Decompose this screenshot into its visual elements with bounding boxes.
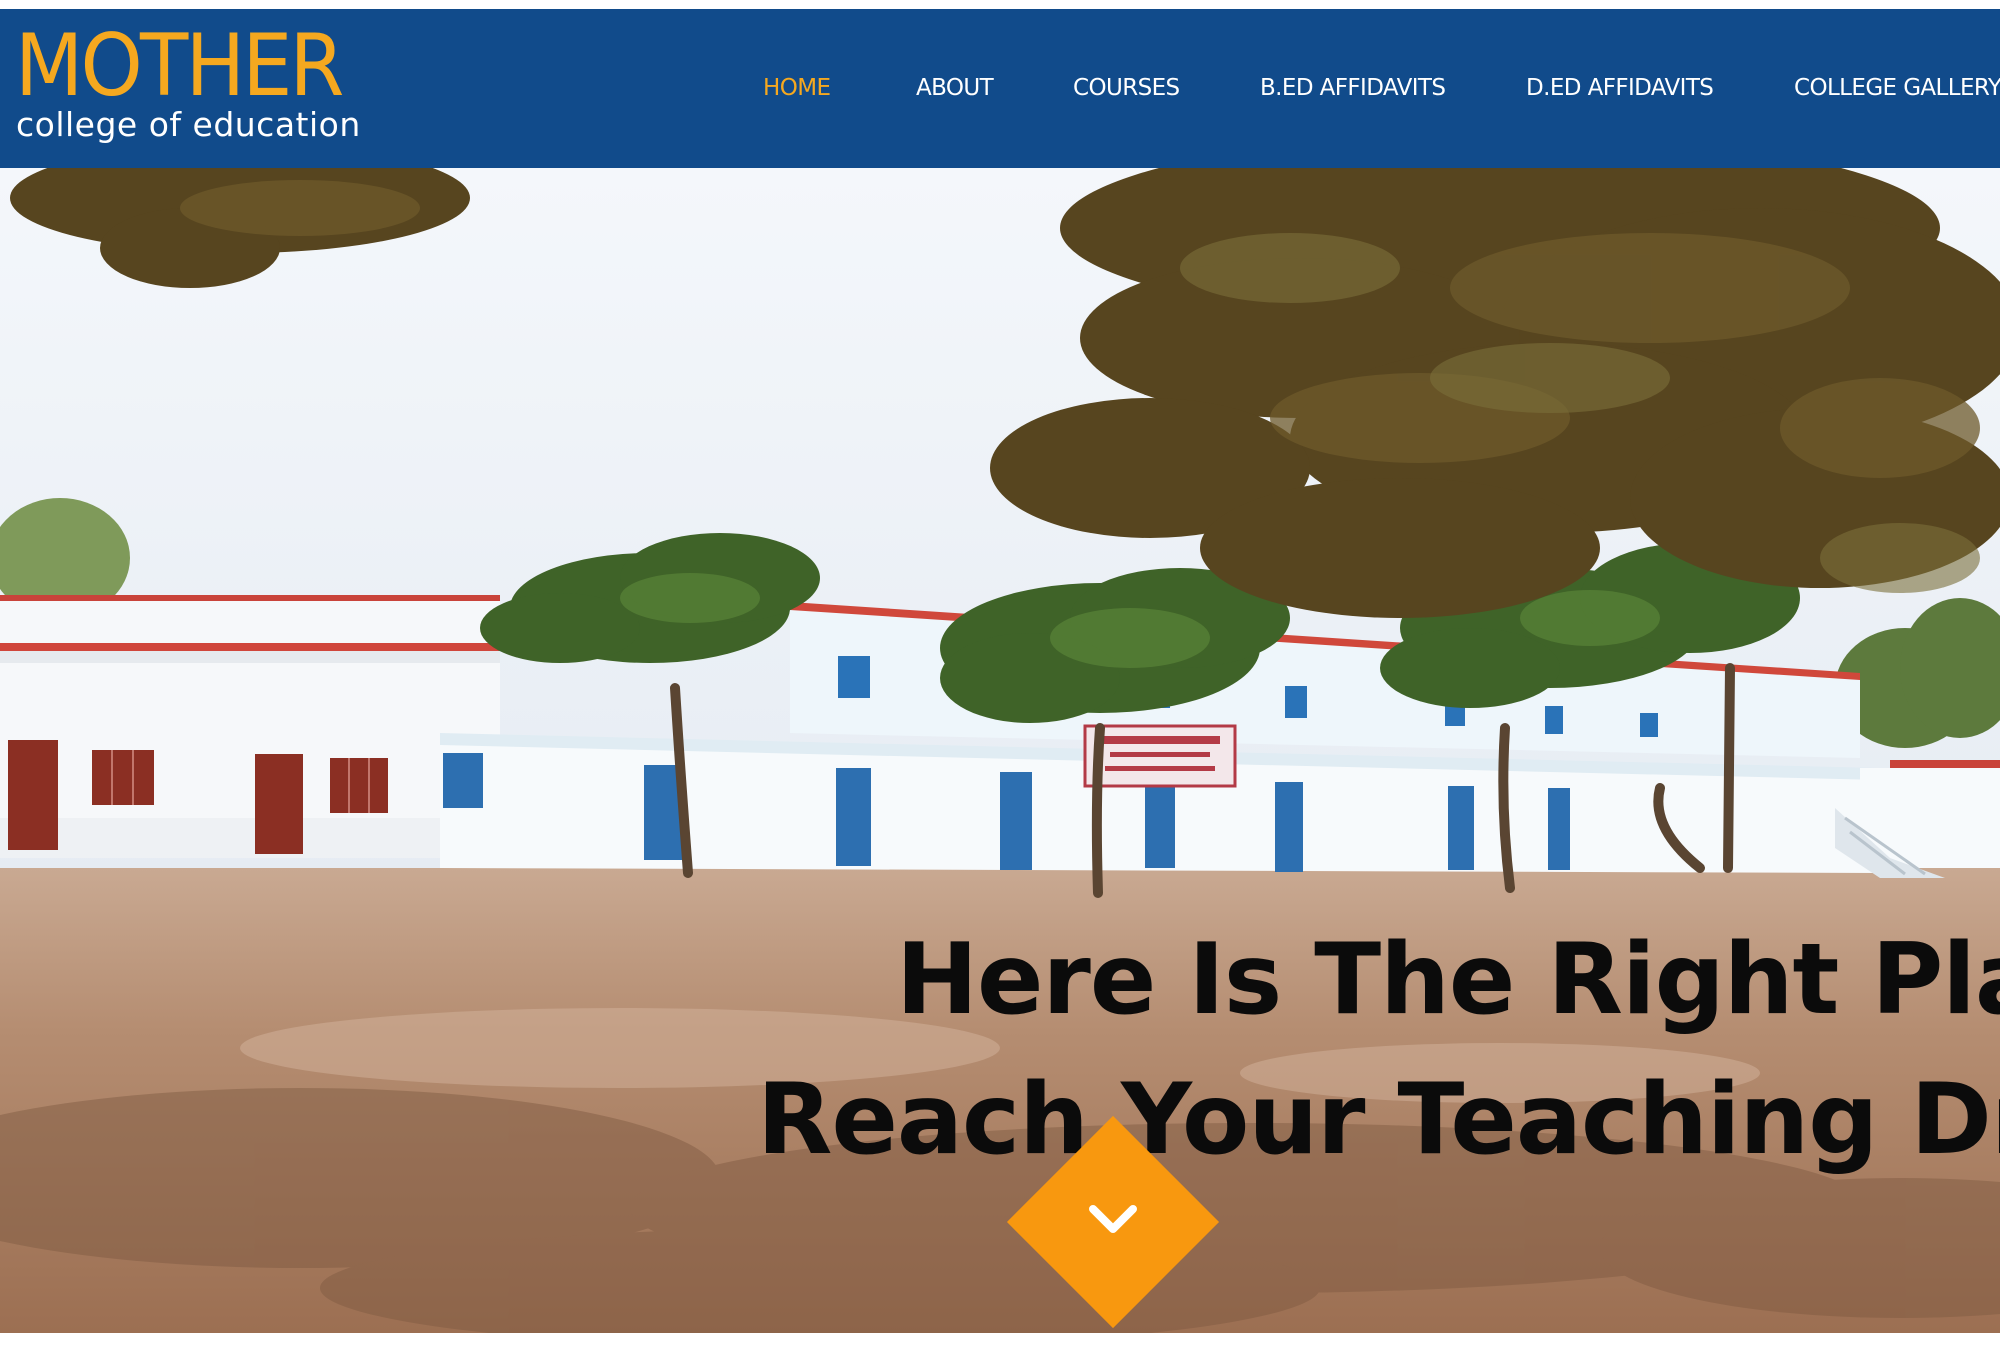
- main-nav: HOME ABOUT COURSES B.ED AFFIDAVITS D.ED …: [0, 9, 2000, 168]
- nav-home[interactable]: HOME: [763, 75, 831, 101]
- nav-courses[interactable]: COURSES: [1073, 75, 1180, 101]
- nav-college-gallery[interactable]: COLLEGE GALLERY: [1794, 75, 2000, 101]
- nav-bed-affidavits[interactable]: B.ED AFFIDAVITS: [1260, 75, 1446, 101]
- scroll-down-button[interactable]: [1006, 1115, 1220, 1329]
- hero-banner: Here Is The Right Place Reach Your Teach…: [0, 168, 2000, 1333]
- site-header: MOTHER college of education HOME ABOUT C…: [0, 9, 2000, 168]
- chevron-down-icon: [1089, 1205, 1137, 1233]
- nav-about[interactable]: ABOUT: [916, 75, 994, 101]
- campus-photo: [0, 168, 2000, 1333]
- nav-ded-affidavits[interactable]: D.ED AFFIDAVITS: [1526, 75, 1714, 101]
